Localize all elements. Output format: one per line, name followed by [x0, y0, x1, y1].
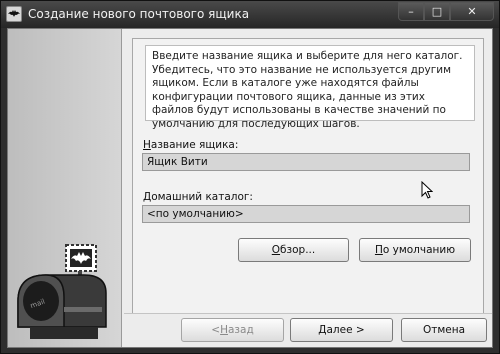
back-button[interactable]: < Назад — [181, 318, 284, 342]
browse-button[interactable]: Обзор... — [238, 238, 349, 262]
default-mnemonic: П — [374, 244, 383, 256]
cancel-button[interactable]: Отмена — [401, 318, 487, 342]
mailbox-name-label-mnemonic: Н — [143, 139, 151, 151]
default-button[interactable]: По умолчанию — [359, 238, 471, 262]
back-prefix: < — [211, 324, 221, 336]
intro-text: Введите название ящика и выберите для не… — [145, 45, 475, 130]
next-button[interactable]: Далее > — [290, 318, 393, 342]
browse-label: бзор... — [280, 244, 316, 256]
wizard-window: Создание нового почтового ящика – □ ✕ ma… — [0, 0, 500, 354]
back-label: азад — [228, 324, 254, 336]
home-folder-label-text: омашний каталог: — [151, 191, 253, 203]
default-label: о умолчанию — [382, 244, 456, 256]
bat-logo-icon — [6, 6, 22, 22]
home-folder-label-mnemonic: Д — [143, 191, 152, 203]
content-panel: Введите название ящика и выберите для не… — [132, 38, 484, 314]
footer-divider — [124, 313, 492, 314]
mailbox-name-label: Название ящика: — [143, 139, 238, 151]
mailbox-illustration: mail — [17, 244, 107, 339]
title-bar[interactable]: Создание нового почтового ящика – □ ✕ — [1, 1, 499, 28]
mailbox-name-input[interactable] — [142, 153, 470, 171]
home-folder-label: Домашний каталог: — [143, 191, 253, 203]
next-mnemonic: Д — [318, 324, 327, 336]
home-folder-input[interactable] — [142, 205, 470, 223]
next-label: алее > — [326, 324, 365, 336]
mouse-pointer-icon — [421, 181, 433, 199]
minimize-button[interactable]: – — [398, 2, 424, 21]
caption-buttons: – □ ✕ — [398, 2, 494, 21]
window-title: Создание нового почтового ящика — [28, 7, 250, 21]
back-mnemonic: Н — [220, 324, 228, 336]
maximize-button[interactable]: □ — [424, 2, 450, 21]
side-panel: mail — [8, 29, 122, 347]
close-button[interactable]: ✕ — [450, 2, 494, 21]
browse-mnemonic: О — [271, 244, 281, 256]
mailbox-name-label-text: азвание ящика: — [150, 139, 239, 151]
